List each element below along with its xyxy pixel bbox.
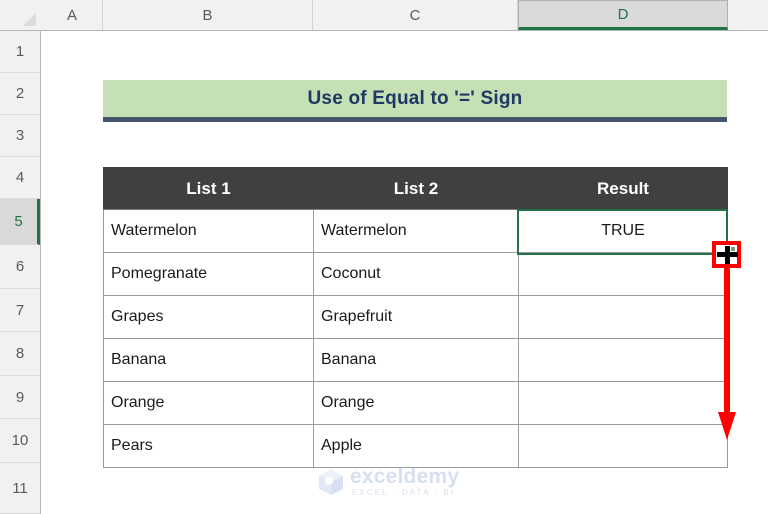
table-header-row: List 1 List 2 Result [103, 167, 728, 210]
cell-list2[interactable]: Apple [313, 424, 519, 468]
row-header-10[interactable]: 10 [0, 419, 40, 463]
cell-result[interactable] [518, 381, 728, 425]
column-header-result[interactable]: Result [518, 167, 728, 210]
cell-list1[interactable]: Orange [103, 381, 314, 425]
cell-list1[interactable]: Grapes [103, 295, 314, 339]
cell-list1[interactable]: Banana [103, 338, 314, 382]
cell-list2[interactable]: Banana [313, 338, 519, 382]
row-header-1[interactable]: 1 [0, 31, 40, 73]
row-header-strip: 1 2 3 4 5 6 7 8 9 10 11 [0, 31, 41, 514]
cell-list2[interactable]: Orange [313, 381, 519, 425]
select-all-triangle-icon [23, 13, 36, 26]
column-header-band: A B C D [0, 0, 768, 31]
cell-list2[interactable]: Coconut [313, 252, 519, 296]
cell-result[interactable]: TRUE [518, 209, 728, 253]
row-header-6[interactable]: 6 [0, 245, 40, 289]
cell-result[interactable] [518, 252, 728, 296]
cell-result[interactable] [518, 295, 728, 339]
row-header-8[interactable]: 8 [0, 332, 40, 376]
page-title: Use of Equal to '=' Sign [307, 87, 523, 109]
row-header-2[interactable]: 2 [0, 73, 40, 115]
cell-list1[interactable]: Pears [103, 424, 314, 468]
table-row: Banana Banana [103, 338, 728, 382]
table-row: Pears Apple [103, 424, 728, 468]
column-header-list1[interactable]: List 1 [103, 167, 314, 210]
cell-list2[interactable]: Watermelon [313, 209, 519, 253]
column-header-c[interactable]: C [313, 0, 518, 30]
watermark-text-group: exceldemy EXCEL - DATA - BI [350, 466, 459, 497]
table-row: Watermelon Watermelon TRUE [103, 209, 728, 253]
column-header-b[interactable]: B [103, 0, 313, 30]
row-header-3[interactable]: 3 [0, 115, 40, 157]
watermark-tagline: EXCEL - DATA - BI [352, 488, 456, 497]
row-header-9[interactable]: 9 [0, 376, 40, 419]
cell-list1[interactable]: Watermelon [103, 209, 314, 253]
column-header-a[interactable]: A [42, 0, 103, 30]
excel-spreadsheet-screenshot: Use of Equal to '=' Sign List 1 List 2 R… [0, 0, 768, 514]
crosshair-corner-dot [731, 247, 735, 251]
comparison-table: List 1 List 2 Result Watermelon Watermel… [103, 167, 728, 468]
fill-down-arrow-annotation [718, 264, 736, 440]
table-row: Pomegranate Coconut [103, 252, 728, 296]
crosshair-horizontal-bar [717, 252, 738, 257]
exceldemy-logo-icon [319, 468, 343, 495]
column-header-d[interactable]: D [518, 0, 728, 30]
fill-handle-cursor-icon [712, 241, 741, 268]
row-header-4[interactable]: 4 [0, 157, 40, 199]
select-all-corner-button[interactable] [0, 0, 41, 30]
row-header-7[interactable]: 7 [0, 289, 40, 332]
row-header-5[interactable]: 5 [0, 199, 40, 245]
row-header-11[interactable]: 11 [0, 463, 40, 514]
table-row: Orange Orange [103, 381, 728, 425]
cell-result[interactable] [518, 338, 728, 382]
exceldemy-watermark: exceldemy EXCEL - DATA - BI [318, 466, 459, 497]
column-header-list2[interactable]: List 2 [313, 167, 519, 210]
watermark-brand-name: exceldemy [350, 465, 460, 488]
table-row: Grapes Grapefruit [103, 295, 728, 339]
cell-list1[interactable]: Pomegranate [103, 252, 314, 296]
title-banner[interactable]: Use of Equal to '=' Sign [103, 80, 727, 122]
cell-result[interactable] [518, 424, 728, 468]
cell-list2[interactable]: Grapefruit [313, 295, 519, 339]
